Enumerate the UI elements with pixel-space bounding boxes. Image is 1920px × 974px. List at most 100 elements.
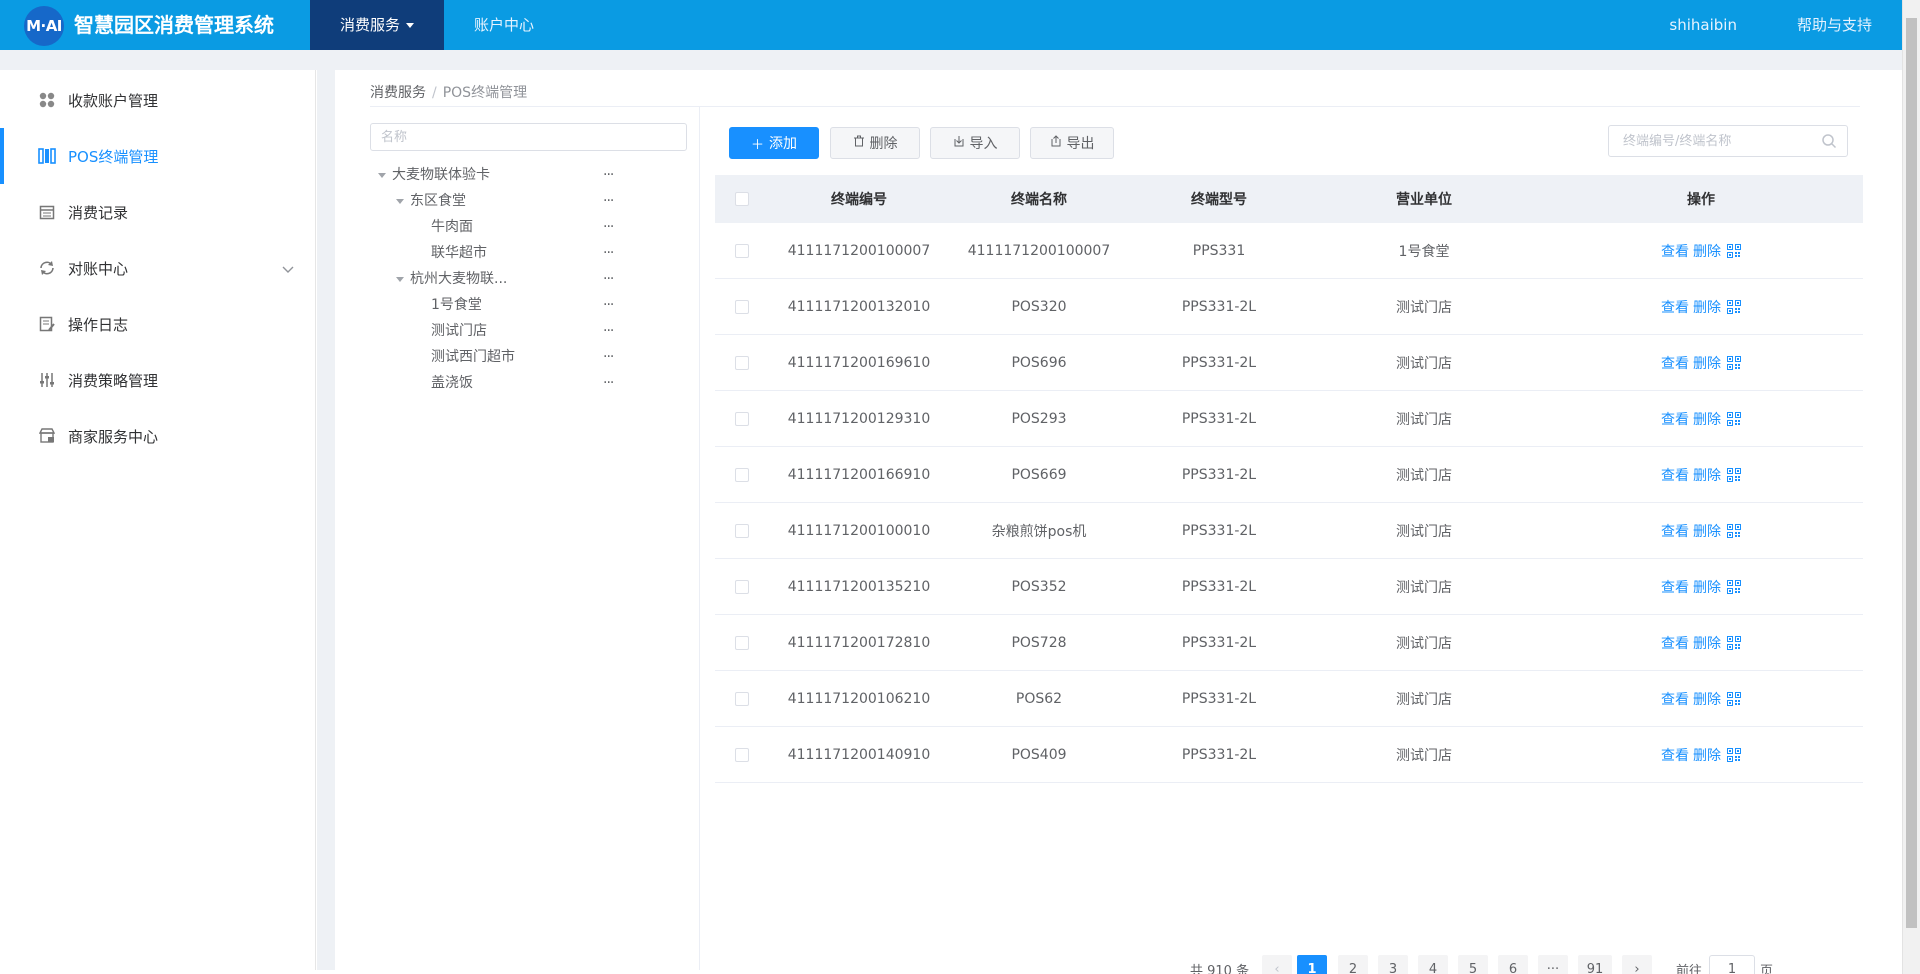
qr-code-icon[interactable] [1727, 747, 1741, 762]
page-button[interactable]: 2 [1338, 955, 1368, 974]
tree-node[interactable]: 盖浇饭 [431, 370, 473, 396]
view-link[interactable]: 查看 [1661, 633, 1689, 653]
tree-more-icon[interactable]: ··· [603, 318, 614, 344]
row-checkbox[interactable] [735, 411, 749, 426]
tree-node[interactable]: 东区食堂 [396, 188, 466, 214]
view-link[interactable]: 查看 [1661, 577, 1689, 597]
tree-node[interactable]: 测试西门超市 [431, 344, 515, 370]
export-button[interactable]: 导出 [1030, 127, 1114, 159]
caret-down-icon[interactable] [378, 172, 386, 178]
qr-code-icon[interactable] [1727, 523, 1741, 538]
delete-link[interactable]: 删除 [1693, 577, 1721, 597]
row-checkbox[interactable] [735, 579, 749, 594]
view-link[interactable]: 查看 [1661, 465, 1689, 485]
sidebar-item-reconciliation[interactable]: 对账中心 [0, 240, 316, 296]
qr-code-icon[interactable] [1727, 635, 1741, 650]
row-select-cell [715, 411, 769, 426]
tree-search-input[interactable] [370, 123, 687, 151]
view-link[interactable]: 查看 [1661, 353, 1689, 373]
row-checkbox[interactable] [735, 299, 749, 314]
delete-link[interactable]: 删除 [1693, 297, 1721, 317]
tree-more-icon[interactable]: ··· [603, 344, 614, 370]
top-nav-account-center[interactable]: 账户中心 [444, 0, 564, 50]
prev-page-button[interactable]: ‹ [1262, 955, 1292, 974]
top-nav-consumption-service[interactable]: 消费服务 [310, 0, 445, 50]
sidebar-item-operation-log[interactable]: 操作日志 [0, 296, 316, 352]
delete-link[interactable]: 删除 [1693, 689, 1721, 709]
qr-code-icon[interactable] [1727, 691, 1741, 706]
view-link[interactable]: 查看 [1661, 241, 1689, 261]
import-button[interactable]: 导入 [930, 127, 1020, 159]
tree-node[interactable]: 杭州大麦物联... [396, 266, 507, 292]
add-button[interactable]: ＋ 添加 [729, 127, 819, 159]
search-icon[interactable] [1821, 133, 1837, 153]
delete-button[interactable]: 删除 [830, 127, 920, 159]
goto-page-input[interactable] [1709, 955, 1755, 974]
row-checkbox[interactable] [735, 243, 749, 258]
qr-code-icon[interactable] [1727, 411, 1741, 426]
terminal-search-input[interactable] [1609, 126, 1809, 156]
tree-node[interactable]: 测试门店 [431, 318, 487, 344]
tree-more-icon[interactable]: ··· [603, 240, 614, 266]
sidebar-item-collection-accounts[interactable]: 收款账户管理 [0, 72, 316, 128]
qr-code-icon[interactable] [1727, 467, 1741, 482]
tree-more-icon[interactable]: ··· [603, 214, 614, 240]
breadcrumb-root[interactable]: 消费服务 [370, 85, 426, 101]
tree-node[interactable]: 联华超市 [431, 240, 487, 266]
view-link[interactable]: 查看 [1661, 689, 1689, 709]
sidebar-item-merchant-service[interactable]: 商家服务中心 [0, 408, 316, 464]
tree-node[interactable]: 1号食堂 [431, 292, 482, 318]
row-checkbox[interactable] [735, 747, 749, 762]
caret-down-icon[interactable] [396, 276, 404, 282]
view-link[interactable]: 查看 [1661, 745, 1689, 765]
sidebar-item-consumption-strategy[interactable]: 消费策略管理 [0, 352, 316, 408]
delete-link[interactable]: 删除 [1693, 241, 1721, 261]
view-link[interactable]: 查看 [1661, 521, 1689, 541]
delete-link[interactable]: 删除 [1693, 465, 1721, 485]
row-checkbox[interactable] [735, 355, 749, 370]
page-button[interactable]: 1 [1297, 955, 1327, 974]
page-button[interactable]: 6 [1498, 955, 1528, 974]
caret-down-icon[interactable] [396, 198, 404, 204]
cell-terminal-id: 4111171200135210 [787, 578, 931, 595]
log-icon [38, 315, 56, 333]
scrollbar-thumb[interactable] [1906, 18, 1917, 928]
tree-more-icon[interactable]: ··· [603, 188, 614, 214]
qr-code-icon[interactable] [1727, 299, 1741, 314]
view-link[interactable]: 查看 [1661, 297, 1689, 317]
delete-link[interactable]: 删除 [1693, 409, 1721, 429]
row-checkbox[interactable] [735, 523, 749, 538]
qr-code-icon[interactable] [1727, 355, 1741, 370]
page-button[interactable]: 4 [1418, 955, 1448, 974]
tree-more-icon[interactable]: ··· [603, 370, 614, 396]
delete-link[interactable]: 删除 [1693, 521, 1721, 541]
view-link[interactable]: 查看 [1661, 409, 1689, 429]
tree-more-icon[interactable]: ··· [603, 292, 614, 318]
page-scrollbar[interactable] [1902, 0, 1920, 974]
next-page-button[interactable]: › [1622, 955, 1652, 974]
select-all-checkbox[interactable] [735, 192, 749, 206]
sidebar-item-pos-terminals[interactable]: POS终端管理 [0, 128, 316, 184]
page-button[interactable]: 91 [1578, 955, 1612, 974]
tree-more-icon[interactable]: ··· [603, 162, 614, 188]
row-checkbox[interactable] [735, 635, 749, 650]
sidebar-item-label: 操作日志 [68, 315, 129, 334]
tree-node[interactable]: 牛肉面 [431, 214, 473, 240]
tree-more-icon[interactable]: ··· [603, 266, 614, 292]
delete-link[interactable]: 删除 [1693, 745, 1721, 765]
row-checkbox[interactable] [735, 691, 749, 706]
delete-link[interactable]: 删除 [1693, 353, 1721, 373]
qr-code-icon[interactable] [1727, 243, 1741, 258]
tree-node[interactable]: 大麦物联体验卡 [378, 162, 490, 188]
page-button[interactable]: 3 [1378, 955, 1408, 974]
cell-terminal-model: PPS331 [1192, 242, 1246, 259]
user-menu[interactable]: shihaibin [1639, 0, 1767, 50]
sidebar-item-consumption-records[interactable]: 消费记录 [0, 184, 316, 240]
row-checkbox[interactable] [735, 467, 749, 482]
qr-code-icon[interactable] [1727, 579, 1741, 594]
more-pages-icon[interactable]: ··· [1538, 955, 1568, 974]
delete-link[interactable]: 删除 [1693, 633, 1721, 653]
table-row: 4111171200166910 POS669 PPS331-2L 测试门店 查看 删除 [715, 447, 1863, 503]
page-button[interactable]: 5 [1458, 955, 1488, 974]
help-link[interactable]: 帮助与支持 [1767, 0, 1902, 50]
